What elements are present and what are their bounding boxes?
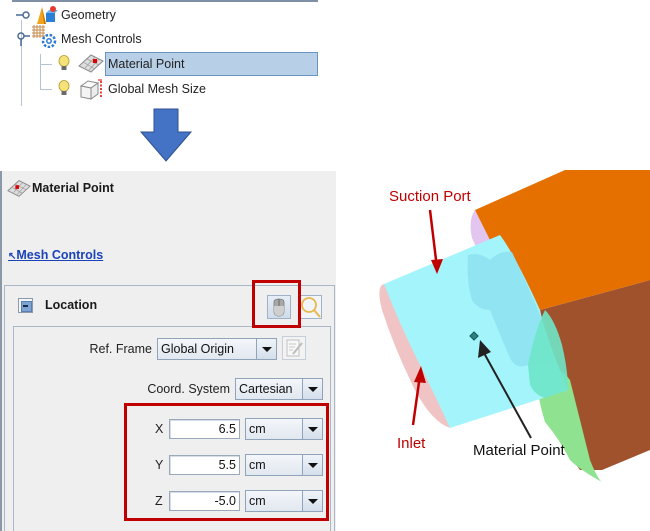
tree-item-label: Global Mesh Size <box>108 82 206 96</box>
suction-port-arrow <box>428 209 439 269</box>
chevron-down-icon[interactable] <box>302 379 322 399</box>
location-title: Location <box>45 298 98 312</box>
edit-ref-frame-button[interactable] <box>282 336 306 360</box>
coordinates-highlight <box>124 403 329 521</box>
pick-button-highlight <box>252 280 301 328</box>
ref-frame-label: Ref. Frame <box>89 342 152 356</box>
tree-item-label: Geometry <box>61 8 116 22</box>
ref-frame-select[interactable]: Global Origin <box>157 338 277 360</box>
magnifier-icon <box>301 297 321 318</box>
tree-header-border <box>12 0 318 2</box>
collapsed-key-icon[interactable] <box>16 10 30 20</box>
tree-guide-line <box>40 89 52 90</box>
geometry-scene[interactable] <box>340 160 650 531</box>
tree-item-material-point[interactable]: Material Point <box>105 52 318 76</box>
ref-frame-value: Global Origin <box>161 342 234 356</box>
coord-system-label: Coord. System <box>147 382 230 396</box>
material-point-label: Material Point <box>473 442 565 459</box>
lightbulb-icon[interactable] <box>58 80 70 96</box>
material-point-icon <box>78 54 104 73</box>
tree-item-label: Mesh Controls <box>61 32 142 46</box>
inlet-label: Inlet <box>397 435 426 452</box>
mesh-controls-icon <box>32 25 57 48</box>
3d-viewport[interactable]: Suction Port Inlet Material Point <box>340 160 650 531</box>
tree-guide-line <box>40 54 41 90</box>
tree-item-global-mesh-size[interactable]: Global Mesh Size <box>78 78 206 100</box>
back-link-label: Mesh Controls <box>16 248 104 262</box>
tree-item-mesh-controls[interactable]: Mesh Controls <box>16 25 142 50</box>
edit-icon <box>286 339 303 357</box>
zoom-to-button[interactable] <box>298 295 322 319</box>
down-arrow-icon <box>140 108 192 162</box>
tree-item-geometry[interactable]: Geometry <box>16 4 116 26</box>
coord-system-select[interactable]: Cartesian <box>235 378 323 400</box>
lightbulb-icon[interactable] <box>58 55 70 71</box>
back-link-mesh-controls[interactable]: ↖Mesh Controls <box>8 248 103 262</box>
global-mesh-size-icon <box>79 79 102 100</box>
collapse-icon[interactable] <box>18 298 33 313</box>
material-point-icon <box>7 180 31 197</box>
expanded-key-icon[interactable] <box>16 32 30 46</box>
suction-port-label: Suction Port <box>389 188 471 205</box>
geometry-icon <box>37 6 58 24</box>
coord-system-value: Cartesian <box>239 382 293 396</box>
chevron-down-icon[interactable] <box>256 339 276 359</box>
tree-item-label: Material Point <box>108 57 185 71</box>
panel-title: Material Point <box>32 181 114 195</box>
tree-guide-line <box>40 64 52 65</box>
simulation-tree: Geometry Mesh Controls Material Point Gl… <box>0 0 320 106</box>
